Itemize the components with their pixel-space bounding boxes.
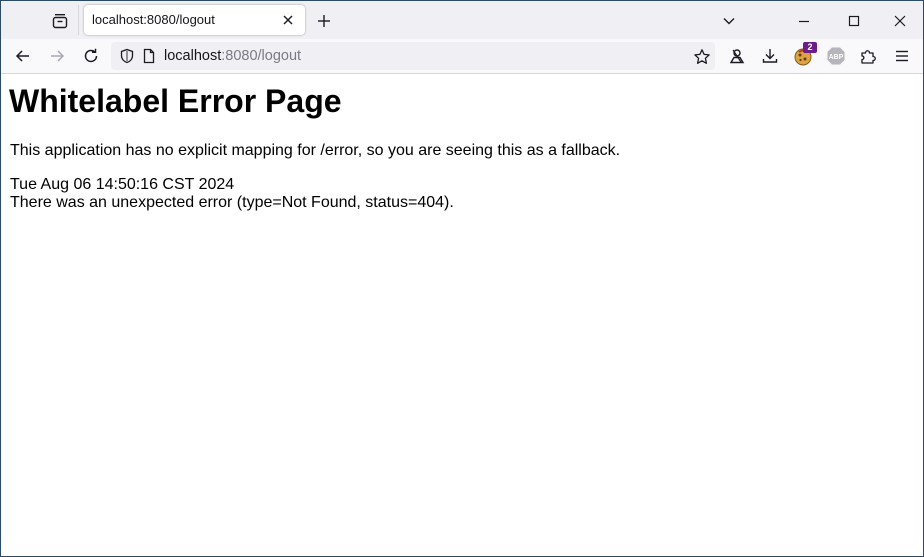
url-text[interactable]: localhost:8080/logout [164,48,301,64]
close-window-icon[interactable] [890,11,910,31]
shield-icon[interactable] [119,48,135,64]
url-bar[interactable]: localhost:8080/logout [111,42,715,70]
tab-groups-icon[interactable] [50,11,70,31]
page-icon[interactable] [141,48,157,64]
tabstrip-separator [78,5,79,35]
page-content: Whitelabel Error Page This application h… [1,74,923,556]
tab-title: localhost:8080/logout [92,12,215,27]
star-icon[interactable] [693,48,711,66]
chevron-down-icon[interactable] [719,11,739,31]
puzzle-icon[interactable] [858,46,878,66]
plus-icon[interactable] [314,11,334,31]
arrow-right-icon[interactable] [47,46,67,66]
navigation-bar: localhost:8080/logout ABP [1,39,923,74]
url-host: localhost [164,48,222,64]
maximize-icon[interactable] [844,11,864,31]
tab-active[interactable]: localhost:8080/logout [84,5,305,35]
error-timestamp: Tue Aug 06 14:50:16 CST 2024 [10,176,235,193]
minimize-icon[interactable] [794,11,814,31]
account-icon[interactable] [727,46,747,66]
abp-icon[interactable]: ABP [826,46,846,66]
extension-badge: 2 [803,42,817,53]
tab-strip: localhost:8080/logout [1,1,923,39]
reload-icon[interactable] [81,46,101,66]
arrow-left-icon[interactable] [13,46,33,66]
download-icon[interactable] [760,46,780,66]
page-title: Whitelabel Error Page [9,83,342,119]
error-message: There was an unexpected error (type=Not … [10,194,454,211]
close-icon[interactable] [280,12,296,28]
abp-label: ABP [829,54,844,61]
browser-window: localhost:8080/logout localhost:8080/log… [0,0,924,557]
error-description: This application has no explicit mapping… [10,142,621,159]
hamburger-menu-icon[interactable] [892,46,912,66]
url-path: :8080/logout [221,48,302,64]
